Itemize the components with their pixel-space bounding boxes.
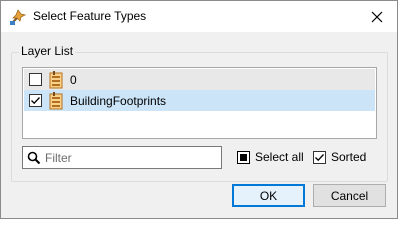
dialog-title: Select Feature Types: [33, 9, 147, 23]
checkmark-icon: [31, 97, 40, 105]
sorted-checkbox-box[interactable]: [313, 150, 326, 164]
select-all-label: Select all: [255, 150, 304, 164]
close-button[interactable]: [357, 1, 397, 32]
layer-checkbox-checked[interactable]: [29, 94, 42, 107]
title-bar: Select Feature Types: [1, 1, 397, 32]
layer-checkbox[interactable]: [29, 73, 42, 86]
feature-table-icon: [49, 70, 63, 88]
list-item-selected[interactable]: BuildingFootprints: [24, 90, 375, 111]
layer-name: BuildingFootprints: [70, 93, 167, 108]
sorted-checkbox[interactable]: Sorted: [313, 150, 366, 164]
select-feature-types-dialog: Select Feature Types Layer List 0 Buildi…: [0, 0, 398, 219]
ok-button[interactable]: OK: [232, 184, 305, 207]
filter-field[interactable]: [22, 146, 222, 169]
layer-name: 0: [70, 72, 77, 87]
layer-listbox[interactable]: 0 BuildingFootprints: [22, 67, 377, 139]
search-icon: [27, 151, 41, 165]
sorted-label: Sorted: [331, 150, 367, 164]
close-icon: [371, 11, 383, 22]
checkmark-icon: [315, 153, 324, 161]
select-all-button[interactable]: Select all: [237, 150, 304, 164]
list-item[interactable]: 0: [24, 69, 375, 90]
layer-list-label: Layer List: [19, 44, 76, 58]
select-all-icon: [237, 150, 250, 164]
feature-table-icon: [49, 91, 63, 109]
filter-input[interactable]: [45, 149, 217, 166]
cancel-button[interactable]: Cancel: [313, 184, 386, 207]
feature-types-icon: [10, 9, 27, 25]
